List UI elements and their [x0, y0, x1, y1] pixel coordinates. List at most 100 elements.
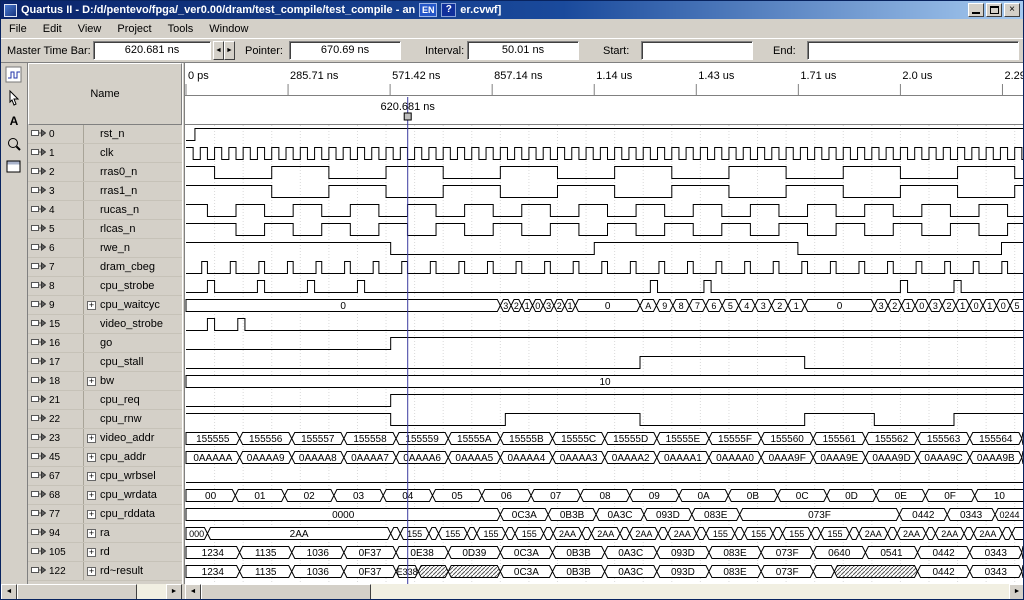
- signal-index-cell[interactable]: 67: [28, 467, 84, 485]
- menu-window[interactable]: Window: [201, 21, 256, 37]
- signal-index-cell[interactable]: 5: [28, 220, 84, 238]
- signal-name-cell[interactable]: +ra: [84, 524, 182, 542]
- language-indicator-icon[interactable]: EN: [419, 3, 437, 17]
- signal-index-cell[interactable]: 22: [28, 410, 84, 428]
- signal-row[interactable]: 8cpu_strobe: [28, 277, 182, 296]
- signal-row[interactable]: 4rucas_n: [28, 201, 182, 220]
- expand-icon[interactable]: +: [87, 548, 96, 557]
- waveform-document-icon[interactable]: [2, 64, 26, 86]
- name-column-header[interactable]: Name: [28, 63, 182, 125]
- menu-file[interactable]: File: [1, 21, 35, 37]
- signal-index-cell[interactable]: 16: [28, 334, 84, 352]
- signal-name-cell[interactable]: +cpu_addr: [84, 448, 182, 466]
- names-horizontal-scrollbar[interactable]: ◄ ►: [1, 584, 182, 600]
- scrollbar-thumb[interactable]: [201, 584, 371, 600]
- signal-row[interactable]: 23+video_addr: [28, 429, 182, 448]
- signal-name-cell[interactable]: +cpu_waitcyc: [84, 296, 182, 314]
- scrollbar-thumb[interactable]: [17, 584, 137, 600]
- expand-icon[interactable]: +: [87, 453, 96, 462]
- signal-name-cell[interactable]: rras0_n: [84, 163, 182, 181]
- signal-name-cell[interactable]: +cpu_wrbsel: [84, 467, 182, 485]
- selection-tool-icon[interactable]: [2, 87, 26, 109]
- expand-icon[interactable]: +: [87, 472, 96, 481]
- signal-index-cell[interactable]: 9: [28, 296, 84, 314]
- signal-index-cell[interactable]: 23: [28, 429, 84, 447]
- expand-icon[interactable]: +: [87, 567, 96, 576]
- signal-index-cell[interactable]: 4: [28, 201, 84, 219]
- scroll-left-icon[interactable]: ◄: [1, 584, 17, 600]
- signal-name-cell[interactable]: rwe_n: [84, 239, 182, 257]
- master-time-spinner[interactable]: ◄ ►: [213, 41, 235, 60]
- signal-index-cell[interactable]: 6: [28, 239, 84, 257]
- text-tool-icon[interactable]: A: [2, 110, 26, 132]
- signal-row[interactable]: 68+cpu_wrdata: [28, 486, 182, 505]
- signal-name-cell[interactable]: +video_addr: [84, 429, 182, 447]
- expand-icon[interactable]: +: [87, 301, 96, 310]
- signal-row[interactable]: 0rst_n: [28, 125, 182, 144]
- signal-row[interactable]: 67+cpu_wrbsel: [28, 467, 182, 486]
- signal-name-cell[interactable]: +rd~result: [84, 562, 182, 580]
- close-button[interactable]: ×: [1004, 3, 1020, 17]
- signal-index-cell[interactable]: 8: [28, 277, 84, 295]
- signal-index-cell[interactable]: 17: [28, 353, 84, 371]
- signal-index-cell[interactable]: 122: [28, 562, 84, 580]
- signal-name-cell[interactable]: dram_cbeg: [84, 258, 182, 276]
- signal-row[interactable]: 122+rd~result: [28, 562, 182, 581]
- signal-index-cell[interactable]: 2: [28, 163, 84, 181]
- signal-index-cell[interactable]: 77: [28, 505, 84, 523]
- signal-row[interactable]: 17cpu_stall: [28, 353, 182, 372]
- expand-icon[interactable]: +: [87, 510, 96, 519]
- expand-icon[interactable]: +: [87, 491, 96, 500]
- signal-name-cell[interactable]: rst_n: [84, 125, 182, 143]
- signal-row[interactable]: 16go: [28, 334, 182, 353]
- signal-row[interactable]: 15video_strobe: [28, 315, 182, 334]
- signal-row[interactable]: 94+ra: [28, 524, 182, 543]
- help-icon[interactable]: ?: [441, 3, 456, 17]
- signal-name-cell[interactable]: cpu_strobe: [84, 277, 182, 295]
- minimize-button[interactable]: [968, 3, 984, 17]
- signal-name-cell[interactable]: go: [84, 334, 182, 352]
- start-field[interactable]: [641, 41, 753, 60]
- signal-name-cell[interactable]: +bw: [84, 372, 182, 390]
- scroll-right-icon[interactable]: ►: [166, 584, 182, 600]
- signal-row[interactable]: 3rras1_n: [28, 182, 182, 201]
- end-field[interactable]: [807, 41, 1019, 60]
- signal-name-cell[interactable]: cpu_rnw: [84, 410, 182, 428]
- signal-name-cell[interactable]: rucas_n: [84, 201, 182, 219]
- signal-name-cell[interactable]: +rd: [84, 543, 182, 561]
- signal-name-cell[interactable]: +cpu_rddata: [84, 505, 182, 523]
- spin-right-icon[interactable]: ►: [224, 41, 235, 60]
- signal-index-cell[interactable]: 1: [28, 144, 84, 162]
- zoom-tool-icon[interactable]: [2, 133, 26, 155]
- signal-name-cell[interactable]: video_strobe: [84, 315, 182, 333]
- signal-name-cell[interactable]: cpu_stall: [84, 353, 182, 371]
- signal-index-cell[interactable]: 94: [28, 524, 84, 542]
- signal-row[interactable]: 1clk: [28, 144, 182, 163]
- signal-row[interactable]: 7dram_cbeg: [28, 258, 182, 277]
- menu-view[interactable]: View: [70, 21, 110, 37]
- signal-row[interactable]: 18+bw: [28, 372, 182, 391]
- spin-left-icon[interactable]: ◄: [213, 41, 224, 60]
- signal-name-cell[interactable]: clk: [84, 144, 182, 162]
- full-screen-tool-icon[interactable]: [2, 156, 26, 178]
- signal-index-cell[interactable]: 7: [28, 258, 84, 276]
- signal-row[interactable]: 22cpu_rnw: [28, 410, 182, 429]
- signal-index-cell[interactable]: 15: [28, 315, 84, 333]
- menu-tools[interactable]: Tools: [160, 21, 202, 37]
- signal-row[interactable]: 45+cpu_addr: [28, 448, 182, 467]
- waveform-area[interactable]: 032103210A987654321032103210105101555551…: [185, 63, 1024, 584]
- signal-row[interactable]: 5rlcas_n: [28, 220, 182, 239]
- signal-name-cell[interactable]: +cpu_wrdata: [84, 486, 182, 504]
- signal-name-cell[interactable]: rras1_n: [84, 182, 182, 200]
- waveform-horizontal-scrollbar[interactable]: ◄ ►: [185, 584, 1024, 600]
- signal-index-cell[interactable]: 3: [28, 182, 84, 200]
- menu-project[interactable]: Project: [109, 21, 159, 37]
- signal-row[interactable]: 9+cpu_waitcyc: [28, 296, 182, 315]
- scroll-left-icon[interactable]: ◄: [185, 584, 201, 600]
- signal-index-cell[interactable]: 45: [28, 448, 84, 466]
- scroll-right-icon[interactable]: ►: [1009, 584, 1024, 600]
- maximize-button[interactable]: [986, 3, 1002, 17]
- expand-icon[interactable]: +: [87, 377, 96, 386]
- signal-index-cell[interactable]: 105: [28, 543, 84, 561]
- expand-icon[interactable]: +: [87, 529, 96, 538]
